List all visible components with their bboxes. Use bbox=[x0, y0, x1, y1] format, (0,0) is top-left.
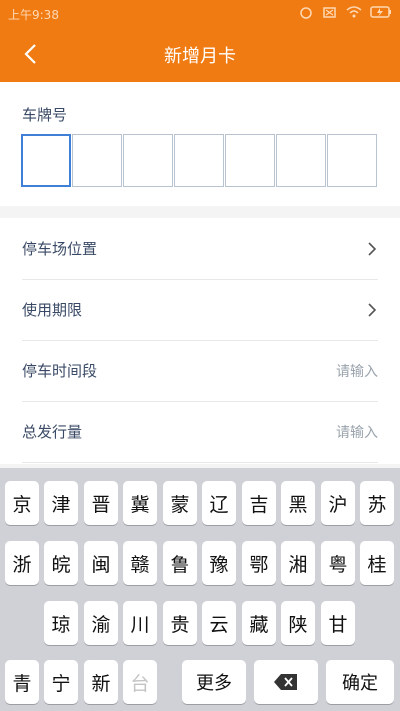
key[interactable]: 蒙 bbox=[163, 481, 197, 525]
key[interactable]: 晋 bbox=[84, 481, 118, 525]
key[interactable]: 宁 bbox=[44, 660, 78, 704]
row-usage-period[interactable]: 使用期限 bbox=[22, 279, 378, 341]
key[interactable]: 鲁 bbox=[163, 541, 197, 585]
key[interactable]: 浙 bbox=[5, 541, 39, 585]
key[interactable]: 黑 bbox=[281, 481, 315, 525]
key[interactable]: 甘 bbox=[321, 601, 355, 645]
key[interactable]: 桂 bbox=[360, 541, 394, 585]
row-label: 使用期限 bbox=[22, 301, 83, 319]
key[interactable]: 青 bbox=[5, 660, 39, 704]
plate-char-box-6[interactable] bbox=[276, 134, 326, 187]
key[interactable]: 津 bbox=[44, 481, 78, 525]
key[interactable]: 豫 bbox=[202, 541, 236, 585]
chevron-right-icon bbox=[368, 241, 377, 256]
key[interactable]: 云 bbox=[202, 601, 236, 645]
signal-off-icon bbox=[323, 7, 336, 18]
key[interactable]: 新 bbox=[84, 660, 118, 704]
key[interactable]: 辽 bbox=[202, 481, 236, 525]
row-label: 停车场位置 bbox=[22, 240, 98, 258]
plate-char-box-4[interactable] bbox=[174, 134, 224, 187]
delete-key[interactable] bbox=[254, 660, 318, 704]
plate-char-box-7[interactable] bbox=[327, 134, 377, 187]
row-total-issue[interactable]: 总发行量 请输入 bbox=[22, 401, 378, 463]
key[interactable]: 渝 bbox=[84, 601, 118, 645]
parking-time-input[interactable]: 请输入 bbox=[336, 361, 378, 381]
status-time: 上午9:38 bbox=[8, 8, 59, 22]
plate-char-box-1[interactable] bbox=[21, 134, 71, 187]
page-title: 新增月卡 bbox=[164, 46, 236, 67]
status-icons bbox=[298, 5, 392, 19]
battery-icon bbox=[370, 6, 391, 18]
row-label: 停车时间段 bbox=[22, 362, 98, 380]
status-bar: 上午9:38 bbox=[0, 0, 400, 28]
province-keyboard: 京 津 晋 冀 蒙 辽 吉 黑 沪 苏 浙 皖 闽 赣 鲁 豫 鄂 湘 粤 桂 … bbox=[0, 468, 400, 711]
header: 新增月卡 bbox=[0, 28, 400, 82]
key[interactable]: 川 bbox=[123, 601, 157, 645]
key[interactable]: 鄂 bbox=[242, 541, 276, 585]
total-issue-input[interactable]: 请输入 bbox=[336, 422, 378, 442]
key[interactable]: 苏 bbox=[360, 481, 394, 525]
wifi-icon bbox=[346, 6, 362, 18]
key[interactable]: 吉 bbox=[242, 481, 276, 525]
plate-label: 车牌号 bbox=[22, 106, 68, 124]
plate-input bbox=[21, 134, 378, 187]
plate-char-box-5[interactable] bbox=[225, 134, 275, 187]
confirm-button[interactable]: 确定 bbox=[326, 660, 394, 704]
key[interactable]: 沪 bbox=[321, 481, 355, 525]
key[interactable]: 冀 bbox=[123, 481, 157, 525]
alarm-icon bbox=[300, 7, 312, 19]
key[interactable]: 湘 bbox=[281, 541, 315, 585]
row-parking-time[interactable]: 停车时间段 请输入 bbox=[22, 340, 378, 402]
key[interactable]: 京 bbox=[5, 481, 39, 525]
key[interactable]: 藏 bbox=[242, 601, 276, 645]
key[interactable]: 贵 bbox=[163, 601, 197, 645]
plate-char-box-2[interactable] bbox=[72, 134, 122, 187]
backspace-icon bbox=[274, 674, 297, 690]
chevron-right-icon bbox=[368, 302, 377, 317]
row-label: 总发行量 bbox=[22, 423, 83, 441]
key[interactable]: 琼 bbox=[44, 601, 78, 645]
key[interactable]: 闽 bbox=[84, 541, 118, 585]
key-disabled: 台 bbox=[123, 660, 157, 704]
row-parking-location[interactable]: 停车场位置 bbox=[22, 218, 378, 280]
plate-char-box-3[interactable] bbox=[123, 134, 173, 187]
more-button[interactable]: 更多 bbox=[182, 660, 246, 704]
key[interactable]: 陕 bbox=[281, 601, 315, 645]
key[interactable]: 粤 bbox=[321, 541, 355, 585]
card-form: 停车场位置 使用期限 停车时间段 请输入 总发行量 请输入 bbox=[0, 218, 400, 464]
key[interactable]: 赣 bbox=[123, 541, 157, 585]
key[interactable]: 皖 bbox=[44, 541, 78, 585]
